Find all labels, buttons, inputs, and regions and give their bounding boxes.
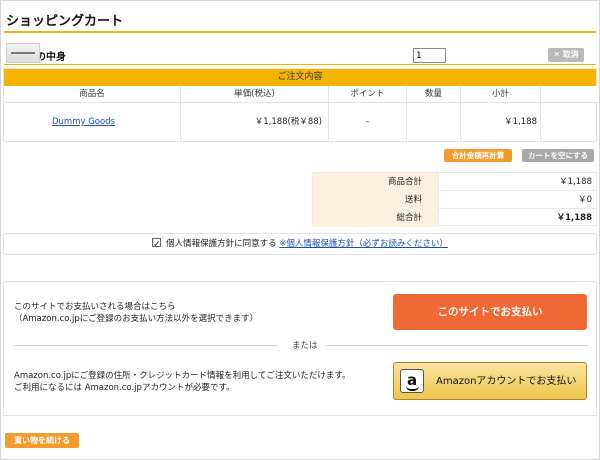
or-divider-left xyxy=(14,345,278,346)
product-name-link[interactable]: Dummy Goods xyxy=(52,103,115,142)
section-divider xyxy=(4,64,596,65)
column-header-action xyxy=(541,86,598,103)
grand-total-value: ￥1,188 xyxy=(556,213,592,223)
or-divider-right xyxy=(326,345,588,346)
privacy-consent-row: 個人情報保護方針に同意する ※個人情報保護方針（必ずお読みください） xyxy=(3,233,597,255)
totals-row-goods: 商品合計 ￥1,188 xyxy=(313,173,596,191)
points-cell: - xyxy=(329,103,407,142)
column-header-points: ポイント xyxy=(329,86,407,103)
privacy-consent-label: 個人情報保護方針に同意する xyxy=(166,239,277,249)
totals-label: 商品合計 xyxy=(313,173,439,191)
amazon-logo-icon: a xyxy=(400,369,424,393)
amazon-pay-label: Amazonアカウントでお支払い xyxy=(436,376,577,387)
site-payment-note: （Amazon.co.jpにご登録のお支払い方法以外を選択できます） xyxy=(14,314,259,324)
order-table: ご注文内容 商品名 単価(税込) ポイント 数量 小計 Dummy Goods … xyxy=(3,68,598,142)
column-header-product: 商品名 xyxy=(4,86,181,103)
totals-label: 総合計 xyxy=(313,209,439,227)
quantity-input[interactable] xyxy=(413,48,446,63)
privacy-consent-checkbox[interactable] xyxy=(152,235,162,255)
totals-row-shipping: 送料 ￥0 xyxy=(313,191,596,209)
order-table-header: ご注文内容 xyxy=(4,69,596,86)
site-payment-description: このサイトでお支払いされる場合はこちら xyxy=(14,302,176,312)
amazon-payment-description: Amazon.co.jpにご登録の住所・クレジットカード情報を利用してご注文いた… xyxy=(14,371,351,381)
totals-label: 送料 xyxy=(313,191,439,209)
product-thumbnail[interactable] xyxy=(6,43,40,63)
recalculate-button[interactable]: 合計金額再計算 xyxy=(444,149,512,162)
subtotal-cell: ￥1,188 xyxy=(461,103,541,142)
amazon-payment-note: ご利用になるには Amazon.co.jpアカウントが必要です。 xyxy=(14,383,235,393)
column-header-quantity: 数量 xyxy=(407,86,461,103)
totals-row-grand: 総合計 ￥1,188 xyxy=(313,209,596,227)
continue-shopping-button[interactable]: 買い物を続ける xyxy=(5,433,79,448)
pay-on-site-button[interactable]: このサイトでお支払い xyxy=(393,294,587,330)
title-divider xyxy=(4,31,596,33)
column-header-unit-price: 単価(税込) xyxy=(181,86,329,103)
totals-value: ￥1,188 xyxy=(559,177,592,187)
or-text: または xyxy=(292,341,318,351)
payment-options: このサイトでお支払いされる場合はこちら （Amazon.co.jpにご登録のお支… xyxy=(3,281,597,416)
page-title: ショッピングカート xyxy=(6,14,124,29)
privacy-policy-link[interactable]: ※個人情報保護方針（必ずお読みください） xyxy=(279,239,448,249)
quantity-cell xyxy=(407,103,461,142)
unit-price-cell: ￥1,188(税￥88) xyxy=(181,103,329,142)
table-row: Dummy Goods xyxy=(4,103,181,142)
amazon-pay-button[interactable]: a Amazonアカウントでお支払い xyxy=(393,362,587,400)
column-header-subtotal: 小計 xyxy=(461,86,541,103)
cancel-item-button[interactable]: ✕ 取消 xyxy=(548,48,584,62)
totals-value: ￥0 xyxy=(578,195,592,205)
totals-table: 商品合計 ￥1,188 送料 ￥0 総合計 ￥1,188 xyxy=(312,172,597,227)
empty-cart-button[interactable]: カートを空にする xyxy=(522,149,594,162)
